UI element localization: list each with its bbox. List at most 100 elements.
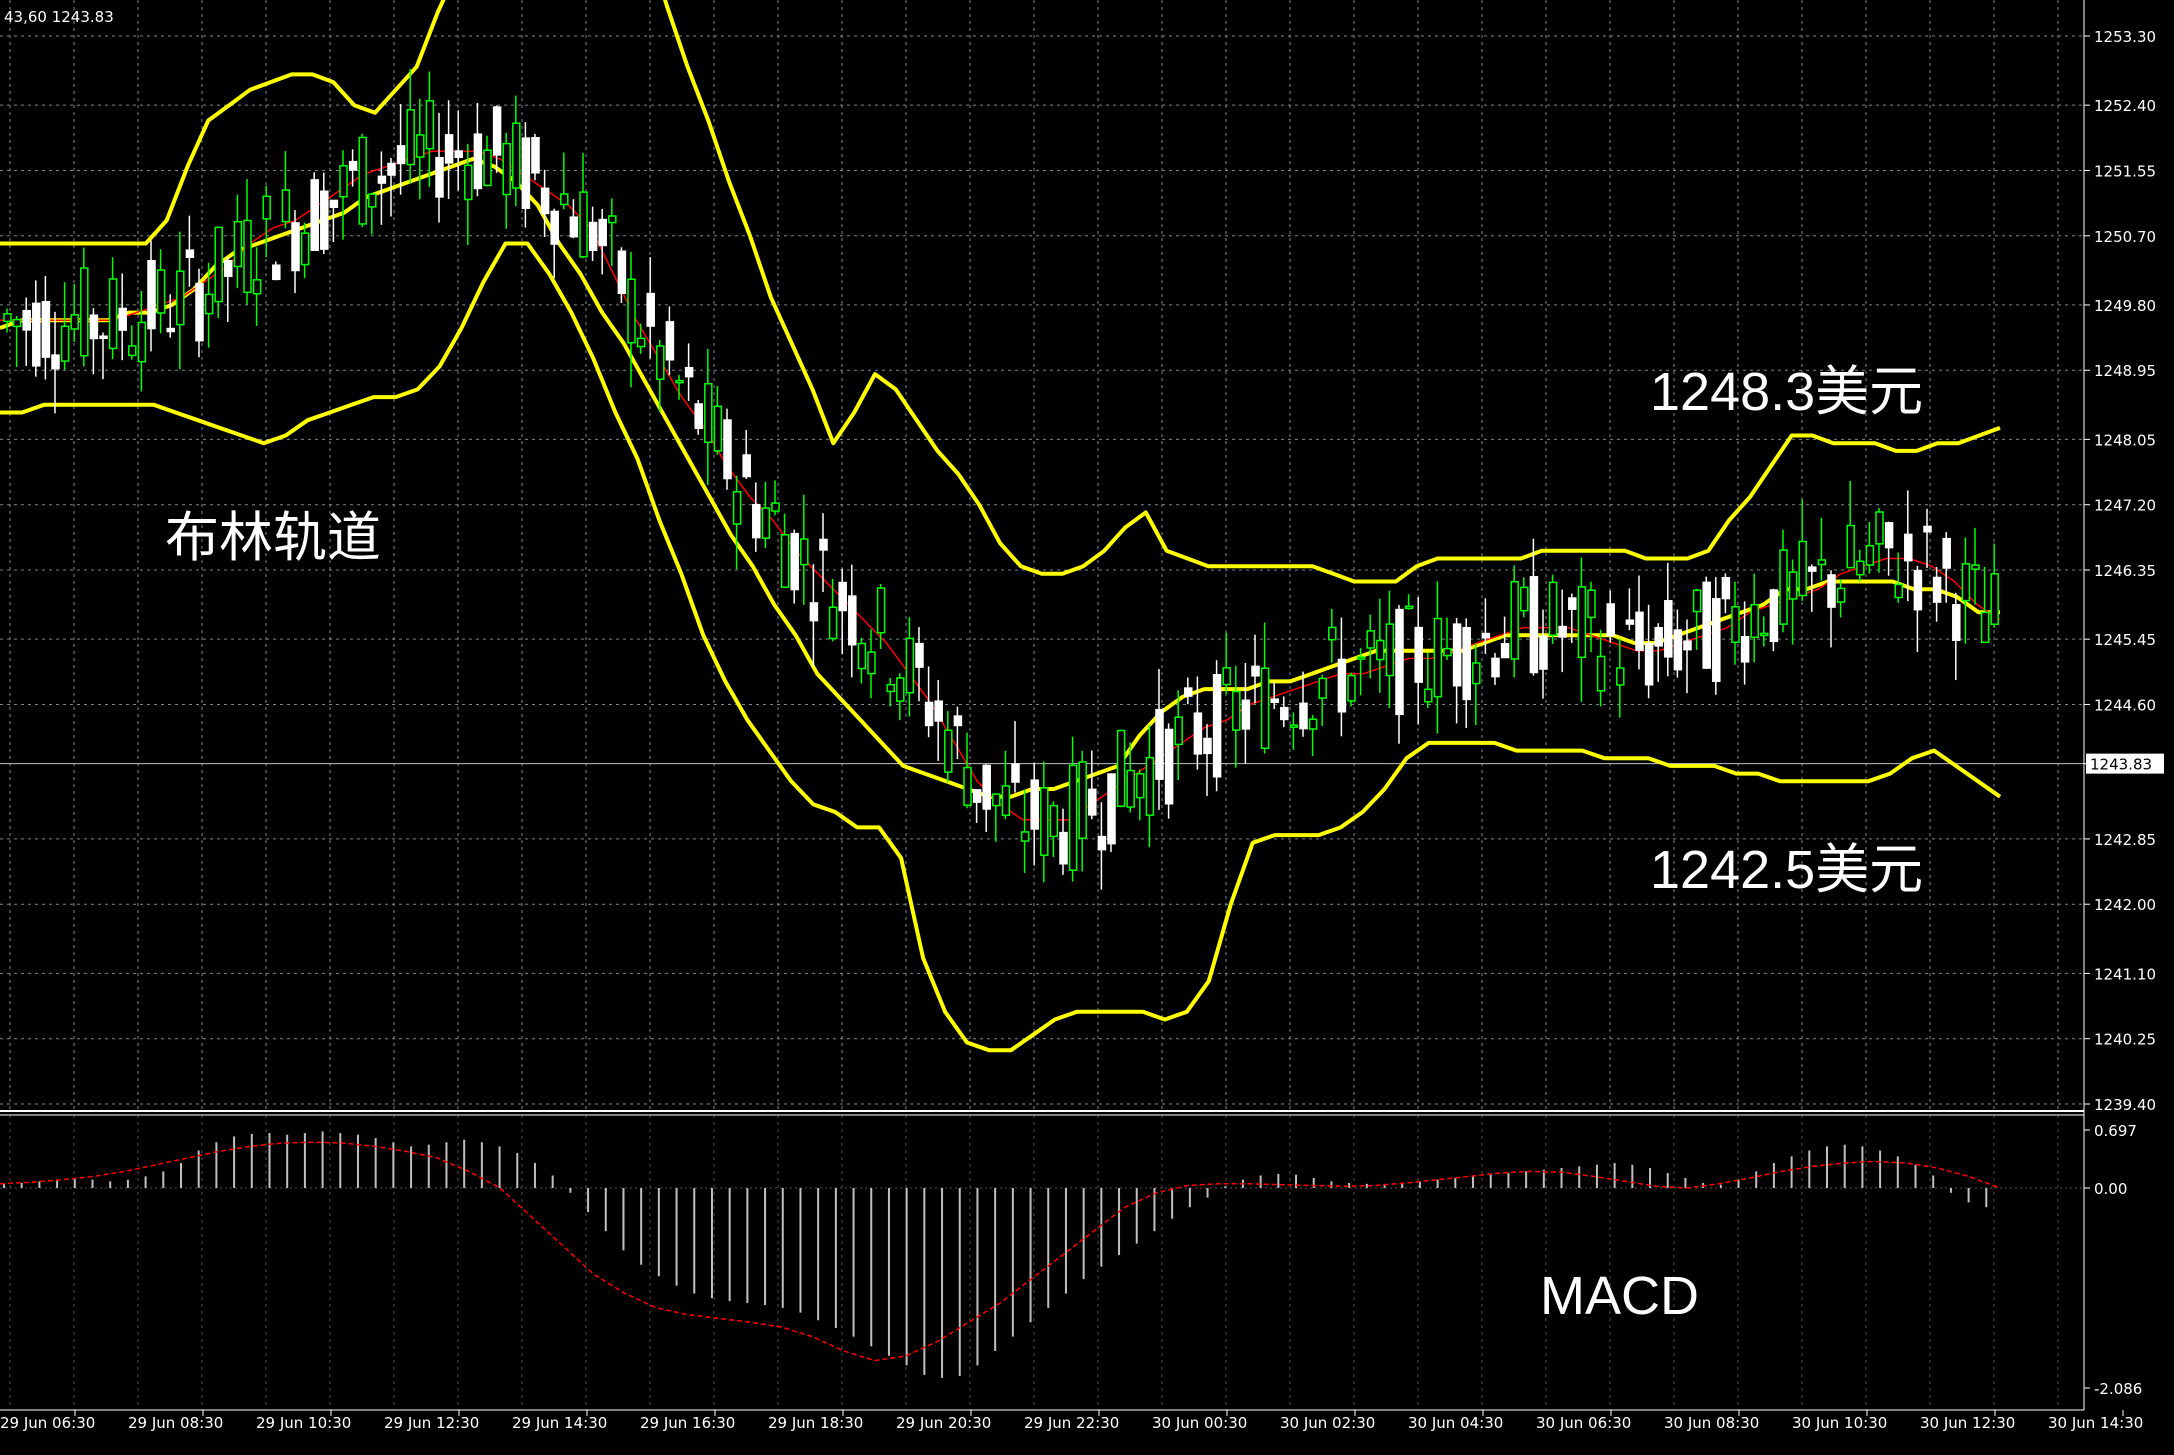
candle-body: [627, 278, 636, 344]
candle-body: [1116, 729, 1126, 808]
candle-body: [684, 366, 694, 378]
candle-body: [1174, 716, 1183, 746]
candle-body: [1980, 611, 1990, 644]
candle-body: [896, 677, 905, 702]
candle-body: [1923, 525, 1932, 533]
candle-body: [435, 156, 444, 198]
candle-body: [1318, 677, 1327, 699]
candle-body: [1644, 642, 1654, 686]
candle-body: [51, 354, 60, 370]
candle-body: [1424, 688, 1433, 703]
y-tick-label: 1249.80: [2094, 297, 2156, 315]
candle-body: [905, 637, 915, 694]
macd-y-tick-label: -2.086: [2094, 1380, 2142, 1398]
candle-body: [1798, 540, 1807, 597]
candle-body: [1155, 708, 1164, 780]
candle-body: [588, 221, 598, 252]
candle-body: [12, 318, 22, 328]
candle-body: [1712, 598, 1721, 683]
candle-body: [963, 766, 972, 806]
candle-body: [1788, 571, 1798, 600]
y-tick-label: 1247.20: [2094, 497, 2156, 515]
candle-body: [694, 403, 703, 430]
candle-body: [1692, 589, 1702, 613]
candle-body: [1808, 566, 1817, 572]
candle-body: [1731, 606, 1740, 643]
candle-body: [1683, 640, 1692, 651]
candle-body: [521, 137, 531, 209]
candle-body: [387, 162, 396, 176]
candle-body: [1577, 586, 1587, 659]
y-tick-label: 1239.40: [2094, 1096, 2156, 1114]
candle-body: [540, 187, 550, 215]
candle-body: [598, 218, 607, 247]
candle-body: [1664, 600, 1673, 658]
lower-band-label: 1242.5美元: [1650, 840, 1923, 900]
candle-body: [1500, 643, 1510, 659]
candle-body: [1443, 647, 1452, 657]
candle-body: [1078, 761, 1087, 839]
candle-body: [1894, 583, 1903, 599]
y-tick-label: 1245.45: [2094, 631, 2156, 649]
current-price-label: 1243.83: [2090, 756, 2152, 774]
candle-body: [320, 190, 329, 250]
candle-body: [166, 327, 175, 333]
candle-body: [1760, 632, 1769, 637]
candle-body: [1164, 728, 1174, 805]
y-tick-label: 1244.60: [2094, 696, 2156, 714]
candle-body: [675, 379, 684, 384]
candle-body: [1347, 674, 1356, 702]
candle-body: [1817, 559, 1827, 566]
candle-body: [1097, 835, 1107, 851]
candle-body: [1299, 702, 1308, 730]
candle-body: [867, 651, 876, 675]
candle-body: [1280, 706, 1289, 721]
candle-body: [243, 219, 252, 294]
candle-body: [214, 226, 223, 303]
candle-body: [1932, 576, 1942, 603]
candle-body: [953, 715, 963, 727]
x-tick-label: 30 Jun 12:30: [1920, 1414, 2015, 1432]
x-tick-label: 29 Jun 20:30: [896, 1414, 991, 1432]
price-header: 43,60 1243.83: [4, 8, 114, 26]
candle-body: [1750, 603, 1759, 639]
candle-body: [1145, 756, 1155, 816]
candle-body: [934, 700, 943, 722]
candle-body: [1088, 788, 1097, 816]
candle-body: [176, 270, 185, 326]
trading-chart: 1253.30 1252.40 1251.55 1250.70 1249.80 1248.…: [0, 0, 2174, 1450]
candle-body: [358, 136, 367, 225]
y-tick-label: 1248.05: [2094, 431, 2156, 449]
candle-body: [1520, 586, 1529, 612]
candle-body: [1510, 580, 1519, 660]
candle-body: [147, 259, 156, 330]
candle-body: [982, 764, 991, 810]
candle-body: [425, 100, 435, 150]
x-tick-label: 29 Jun 14:30: [512, 1414, 607, 1432]
candle-body: [1270, 698, 1279, 704]
x-tick-label: 30 Jun 02:30: [1280, 1414, 1375, 1432]
x-tick-label: 29 Jun 08:30: [128, 1414, 223, 1432]
candle-body: [732, 490, 742, 525]
candle-body: [800, 538, 809, 566]
candle-body: [1491, 657, 1500, 678]
candle-body: [1616, 667, 1625, 686]
candle-body: [195, 282, 204, 342]
candle-body: [857, 642, 867, 670]
candle-body: [1971, 564, 1980, 570]
candle-body: [761, 507, 771, 539]
candle-body: [329, 199, 339, 208]
candle-body: [1232, 690, 1241, 731]
candle-body: [368, 193, 377, 208]
candle-body: [550, 210, 559, 245]
candle-body: [1414, 626, 1423, 683]
candle-body: [1875, 511, 1884, 545]
x-tick-label: 29 Jun 16:30: [640, 1414, 735, 1432]
candle-body: [262, 195, 271, 220]
candle-body: [1884, 522, 1894, 549]
candle-body: [1913, 569, 1923, 611]
y-tick-label: 1242.85: [2094, 831, 2156, 849]
candle-body: [473, 133, 483, 190]
candle-body: [1328, 626, 1337, 641]
candle-body: [617, 250, 627, 294]
